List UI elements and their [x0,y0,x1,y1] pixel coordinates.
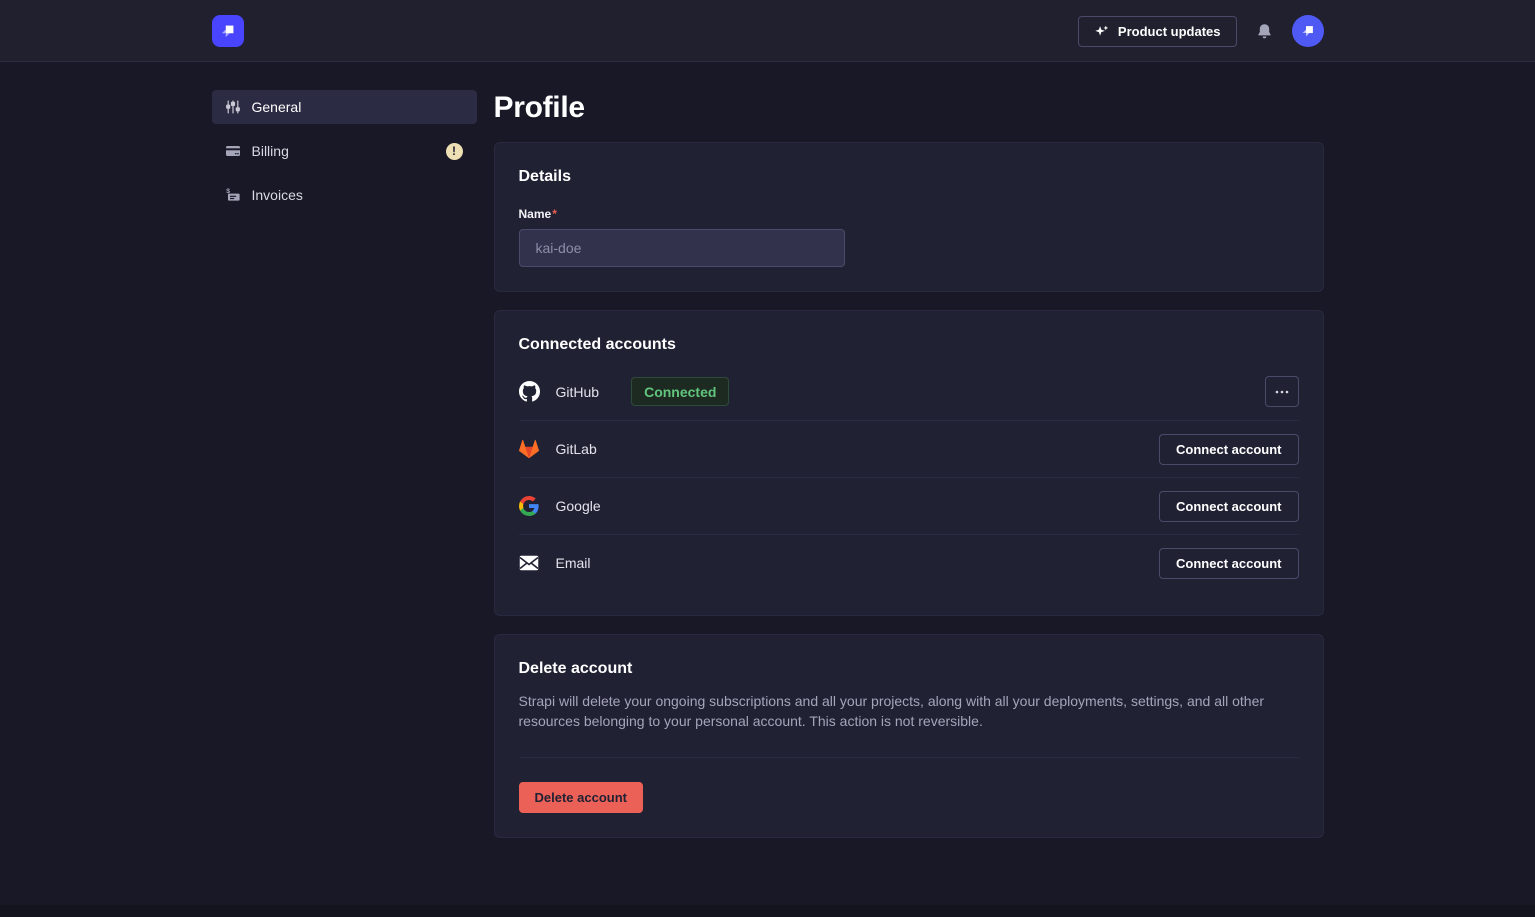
name-label: Name* [519,207,557,221]
account-provider-label: Email [556,555,591,571]
github-icon [519,381,540,402]
connected-accounts-card: Connected accounts GitHub Connected [494,310,1324,616]
sidebar-item-general[interactable]: General [212,90,477,124]
sidebar-item-invoices[interactable]: $ Invoices [212,178,477,212]
envelope-icon [519,553,540,574]
delete-account-description: Strapi will delete your ongoing subscrip… [519,691,1299,731]
account-provider-label: GitLab [556,441,597,457]
account-provider-label: Google [556,498,601,514]
credit-card-icon [225,143,241,159]
account-row-email: Email Connect account [519,534,1299,591]
profile-page: Product updates [0,0,1535,917]
bottom-edge-strip [0,905,1535,917]
google-icon [519,496,540,517]
user-avatar[interactable] [1292,15,1324,47]
account-row-google: Google Connect account [519,477,1299,534]
connected-accounts-heading: Connected accounts [519,335,1299,355]
product-updates-button[interactable]: Product updates [1078,16,1237,47]
billing-warning-icon: ! [446,143,463,160]
delete-account-heading: Delete account [519,659,1299,679]
bell-icon [1256,23,1273,40]
sliders-icon [225,99,241,115]
connected-status-badge: Connected [631,377,729,406]
name-input[interactable] [519,229,845,267]
sparkles-icon [1094,24,1109,39]
google-connect-button[interactable]: Connect account [1159,491,1298,522]
sidebar-item-label: Billing [252,143,289,159]
account-provider-label: GitHub [556,384,600,400]
github-more-button[interactable] [1265,376,1299,407]
account-row-gitlab: GitLab Connect account [519,420,1299,477]
email-connect-button[interactable]: Connect account [1159,548,1298,579]
main-panel: Profile Details Name* Connected accounts [494,90,1324,856]
ellipsis-icon [1275,390,1289,394]
strapi-logo-icon [218,21,238,41]
name-field-group: Name* [519,205,1299,267]
sidebar-item-label: General [252,99,302,115]
sidebar-item-label: Invoices [252,187,303,203]
top-bar: Product updates [0,0,1535,62]
delete-account-card: Delete account Strapi will delete your o… [494,634,1324,838]
gitlab-connect-button[interactable]: Connect account [1159,434,1298,465]
strapi-avatar-icon [1299,22,1317,40]
required-asterisk: * [552,207,557,221]
top-bar-actions: Product updates [1078,15,1324,47]
invoice-icon: $ [225,187,241,203]
divider [519,757,1299,758]
details-heading: Details [519,167,1299,187]
gitlab-icon [519,439,540,460]
product-updates-label: Product updates [1118,24,1221,39]
content-area: General Billing ! $ [212,62,1324,856]
notifications-button[interactable] [1254,21,1275,42]
page-title: Profile [494,90,1324,126]
details-card: Details Name* [494,142,1324,292]
delete-account-button[interactable]: Delete account [519,782,643,813]
settings-sidebar: General Billing ! $ [212,90,477,856]
connected-accounts-list: GitHub Connected [519,363,1299,591]
sidebar-item-billing[interactable]: Billing ! [212,134,477,168]
strapi-logo[interactable] [212,15,244,47]
account-row-github: GitHub Connected [519,363,1299,420]
